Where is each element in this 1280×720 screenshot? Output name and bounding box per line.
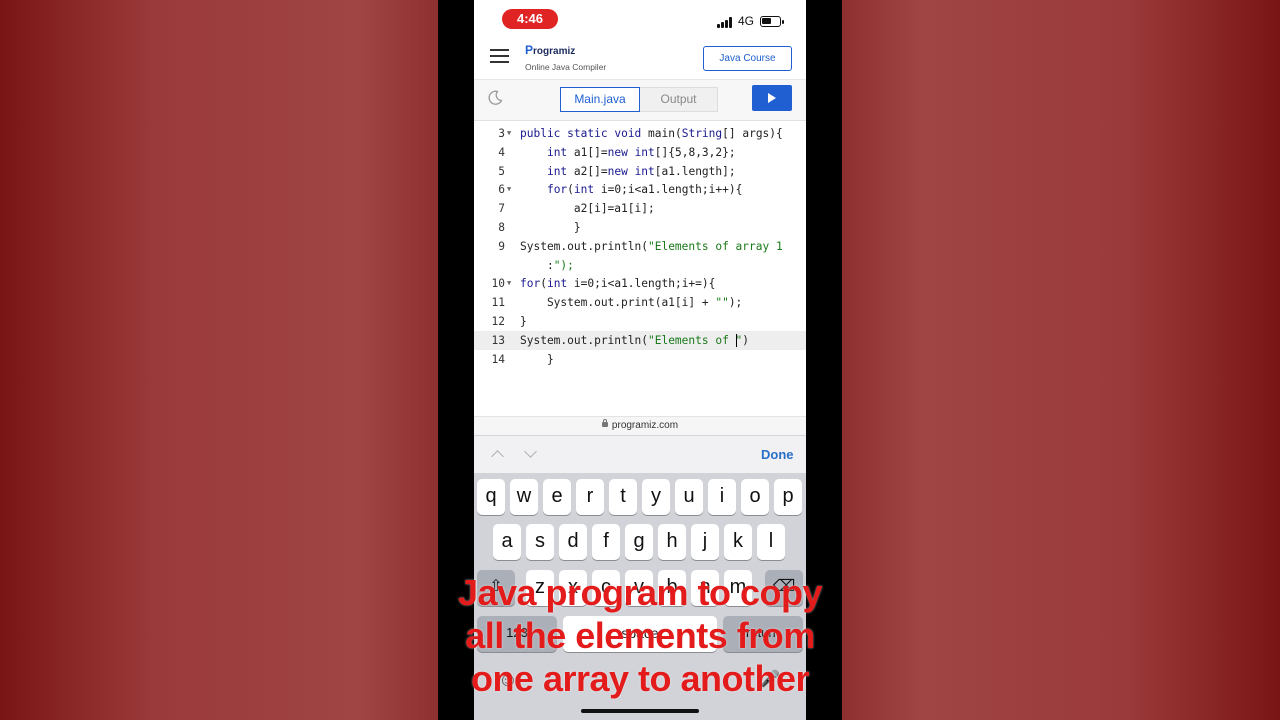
- dark-mode-moon-icon[interactable]: [487, 90, 503, 106]
- key-f[interactable]: f: [592, 524, 620, 560]
- key-k[interactable]: k: [724, 524, 752, 560]
- battery-icon: [760, 16, 784, 27]
- tab-output[interactable]: Output: [640, 87, 718, 112]
- key-e[interactable]: e: [543, 479, 571, 515]
- key-t[interactable]: t: [609, 479, 637, 515]
- network-type: 4G: [738, 14, 755, 28]
- chevron-down-icon[interactable]: [524, 445, 537, 458]
- home-indicator: [581, 709, 699, 713]
- menu-icon[interactable]: [490, 49, 509, 63]
- code-text: }: [520, 315, 527, 328]
- programiz-logo[interactable]: Programiz: [525, 43, 575, 57]
- key-d[interactable]: d: [559, 524, 587, 560]
- code-line[interactable]: 12}: [474, 312, 806, 331]
- code-line[interactable]: 14 }: [474, 350, 806, 369]
- tab-main-java[interactable]: Main.java: [560, 87, 640, 112]
- code-line[interactable]: 7 a2[i]=a1[i];: [474, 199, 806, 218]
- app-subtitle: Online Java Compiler: [525, 62, 607, 72]
- caption-line-3: one array to another: [470, 658, 810, 699]
- fold-arrow-icon[interactable]: ▼: [507, 124, 511, 143]
- key-u[interactable]: u: [675, 479, 703, 515]
- key-i[interactable]: i: [708, 479, 736, 515]
- url-bar[interactable]: programiz.com: [474, 416, 806, 435]
- text-cursor: [735, 334, 737, 348]
- code-text: a2[i]=a1[i];: [520, 202, 655, 216]
- line-number: 11: [491, 296, 505, 310]
- keyboard-accessory-bar: Done: [474, 435, 806, 473]
- line-number: 5: [498, 164, 505, 178]
- chevron-up-icon[interactable]: [491, 450, 504, 463]
- code-editor[interactable]: 3 ▼ public static void main(String[] args)…: [474, 121, 806, 416]
- app-header: Programiz Online Java Compiler Java Cour…: [474, 38, 806, 80]
- key-s[interactable]: s: [526, 524, 554, 560]
- fold-arrow-icon[interactable]: ▼: [507, 180, 511, 199]
- java-course-button[interactable]: Java Course: [703, 46, 792, 71]
- code-line[interactable]: :");: [474, 256, 806, 275]
- code-text: }: [520, 352, 554, 366]
- code-line[interactable]: 13 System.out.println("Elements of "): [474, 330, 806, 350]
- code-text: System.out.print(a1[i] + "");: [520, 296, 743, 310]
- done-button[interactable]: Done: [761, 447, 794, 462]
- url-domain: programiz.com: [611, 420, 679, 431]
- line-number: 4: [498, 145, 505, 159]
- line-number: 13: [491, 333, 505, 347]
- key-q[interactable]: q: [477, 479, 505, 515]
- code-text: public static void main(String[] args){: [520, 127, 783, 140]
- code-text: int a2[]=new int[a1.length];: [546, 164, 736, 178]
- key-j[interactable]: j: [691, 524, 719, 560]
- code-text: System.out.println("Elements of "): [520, 333, 750, 348]
- line-number: 3: [498, 127, 505, 140]
- code-line[interactable]: 10 ▼ for(int i=0;i<a1.length;i+=){: [474, 274, 806, 293]
- video-caption: Java program to copy all the elements fr…: [440, 571, 840, 700]
- key-r[interactable]: r: [576, 479, 604, 515]
- lock-icon: [601, 419, 608, 427]
- code-line[interactable]: 11 System.out.print(a1[i] + "");: [474, 293, 806, 312]
- line-number: 10: [491, 277, 505, 291]
- key-a[interactable]: a: [493, 524, 521, 560]
- caption-line-1: Java program to copy: [457, 572, 823, 613]
- code-line[interactable]: 3 ▼ public static void main(String[] args)…: [474, 124, 806, 143]
- key-o[interactable]: o: [741, 479, 769, 515]
- code-text: for(int i=0;i<a1.length;i++){: [546, 183, 743, 197]
- code-text: :");: [520, 258, 574, 272]
- key-l[interactable]: l: [757, 524, 785, 560]
- line-number: 14: [491, 352, 505, 366]
- code-text: }: [520, 221, 581, 234]
- fold-arrow-icon[interactable]: ▼: [507, 274, 511, 293]
- code-line[interactable]: 9 System.out.println("Elements of array 1: [474, 237, 806, 256]
- code-line[interactable]: 5 int a2[]=new int[a1.length];: [474, 162, 806, 181]
- key-h[interactable]: h: [658, 524, 686, 560]
- code-line[interactable]: 6 ▼ for(int i=0;i<a1.length;i++){: [474, 180, 806, 199]
- key-y[interactable]: y: [642, 479, 670, 515]
- code-line[interactable]: 8 }: [474, 218, 806, 237]
- code-text: int a1[]=new int[]{5,8,3,2};: [546, 145, 736, 159]
- code-text: System.out.println("Elements of array 1: [520, 239, 783, 253]
- line-number: 8: [498, 221, 505, 234]
- status-time: 4:46: [502, 9, 558, 29]
- code-line[interactable]: 4 int a1[]=new int[]{5,8,3,2};: [474, 143, 806, 162]
- key-w[interactable]: w: [510, 479, 538, 515]
- editor-toolbar: Main.java Output: [474, 80, 806, 121]
- line-number: 9: [498, 239, 505, 253]
- key-p[interactable]: p: [774, 479, 802, 515]
- key-g[interactable]: g: [625, 524, 653, 560]
- run-button[interactable]: [752, 85, 792, 111]
- status-bar: 4:46 4G: [474, 0, 806, 38]
- code-text: for(int i=0;i<a1.length;i+=){: [520, 277, 716, 291]
- signal-icon: [717, 17, 733, 28]
- line-number: 6: [498, 183, 505, 197]
- caption-line-2: all the elements from: [465, 615, 815, 656]
- line-number: 12: [491, 315, 505, 328]
- line-number: 7: [498, 202, 505, 216]
